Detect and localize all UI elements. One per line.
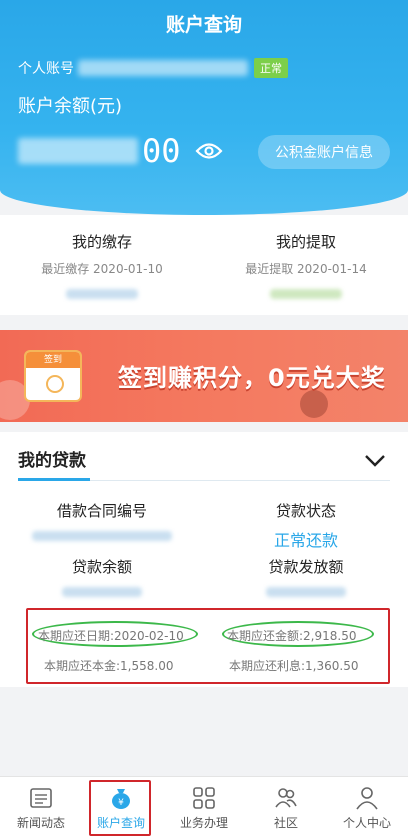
signin-banner[interactable]: 签到 签到赚积分，0元兑大奖 — [0, 330, 408, 422]
account-header: 账户查询 个人账号 正常 账户余额(元) 00 公积金账户信息 — [0, 0, 408, 215]
due-principal: 本期应还本金:1,558.00 — [44, 659, 174, 673]
redacted-withdraw-amount — [270, 289, 342, 299]
withdraw-card[interactable]: 我的提取 最近提取 2020-01-14 — [204, 231, 408, 299]
tab-news-label: 新闻动态 — [16, 816, 65, 830]
page-title: 账户查询 — [165, 14, 242, 36]
loan-status-cell: 贷款状态 正常还款 — [204, 500, 408, 551]
loan-status-value: 正常还款 — [273, 531, 338, 550]
redacted-loan-balance — [62, 587, 142, 597]
redacted-balance — [18, 138, 138, 164]
loan-heading: 我的贷款 — [18, 451, 86, 471]
balance-row: 00 — [18, 132, 223, 170]
account-number-label: 个人账号 — [18, 61, 74, 77]
loan-issued-cell: 贷款发放额 — [204, 556, 408, 597]
deposit-title: 我的缴存 — [71, 233, 132, 251]
contract-number-label: 借款合同编号 — [56, 502, 147, 520]
loan-status-label: 贷款状态 — [275, 502, 336, 520]
due-date: 本期应还日期:2020-02-10 — [38, 629, 184, 643]
loan-balance-label: 贷款余额 — [71, 558, 132, 576]
banner-decoration — [300, 390, 328, 418]
redacted-loan-issued — [266, 587, 346, 597]
banner-text: 签到赚积分，0元兑大奖 — [118, 364, 386, 392]
calendar-icon: 签到 — [24, 350, 82, 402]
tab-profile[interactable]: 个人中心 — [326, 777, 408, 838]
active-tab-highlight — [89, 780, 151, 836]
loan-balance-cell: 贷款余额 — [0, 556, 204, 597]
news-icon — [30, 788, 52, 808]
redacted-deposit-amount — [66, 289, 138, 299]
tab-community-label: 社区 — [273, 816, 298, 830]
heading-underline — [18, 478, 90, 481]
due-amount: 本期应还金额:2,918.50 — [227, 629, 357, 643]
calendar-label: 签到 — [26, 352, 80, 368]
chevron-down-icon[interactable] — [364, 454, 386, 468]
contract-number-cell: 借款合同编号 — [0, 500, 204, 541]
deposit-date: 最近缴存 2020-01-10 — [41, 262, 163, 276]
check-icon — [46, 375, 64, 393]
loan-issued-label: 贷款发放额 — [268, 558, 344, 576]
tab-profile-label: 个人中心 — [342, 816, 391, 830]
withdraw-title: 我的提取 — [275, 233, 336, 251]
eye-icon[interactable] — [195, 142, 223, 160]
due-interest: 本期应还利息:1,360.50 — [229, 659, 359, 673]
bottom-tab-bar: 新闻动态 ¥ 账户查询 业务办理 社区 个人中心 — [0, 776, 408, 838]
tab-community[interactable]: 社区 — [245, 777, 327, 838]
tab-business[interactable]: 业务办理 — [163, 777, 245, 838]
person-icon — [356, 787, 378, 810]
grid-icon — [193, 787, 215, 809]
redacted-contract-number — [32, 531, 172, 541]
balance-value: 00 — [142, 132, 181, 170]
deposit-card[interactable]: 我的缴存 最近缴存 2020-01-10 — [0, 231, 204, 299]
account-number-row: 个人账号 正常 — [18, 58, 288, 78]
withdraw-date: 最近提取 2020-01-14 — [245, 262, 367, 276]
status-badge: 正常 — [254, 58, 288, 78]
tab-business-label: 业务办理 — [179, 816, 228, 830]
balance-label: 账户余额(元) — [18, 96, 123, 117]
community-icon — [275, 788, 297, 808]
account-info-button[interactable]: 公积金账户信息 — [258, 135, 390, 169]
payment-summary: 我的缴存 最近缴存 2020-01-10 我的提取 最近提取 2020-01-1… — [0, 215, 408, 315]
tab-news[interactable]: 新闻动态 — [0, 777, 82, 838]
redacted-account-number — [78, 60, 248, 76]
